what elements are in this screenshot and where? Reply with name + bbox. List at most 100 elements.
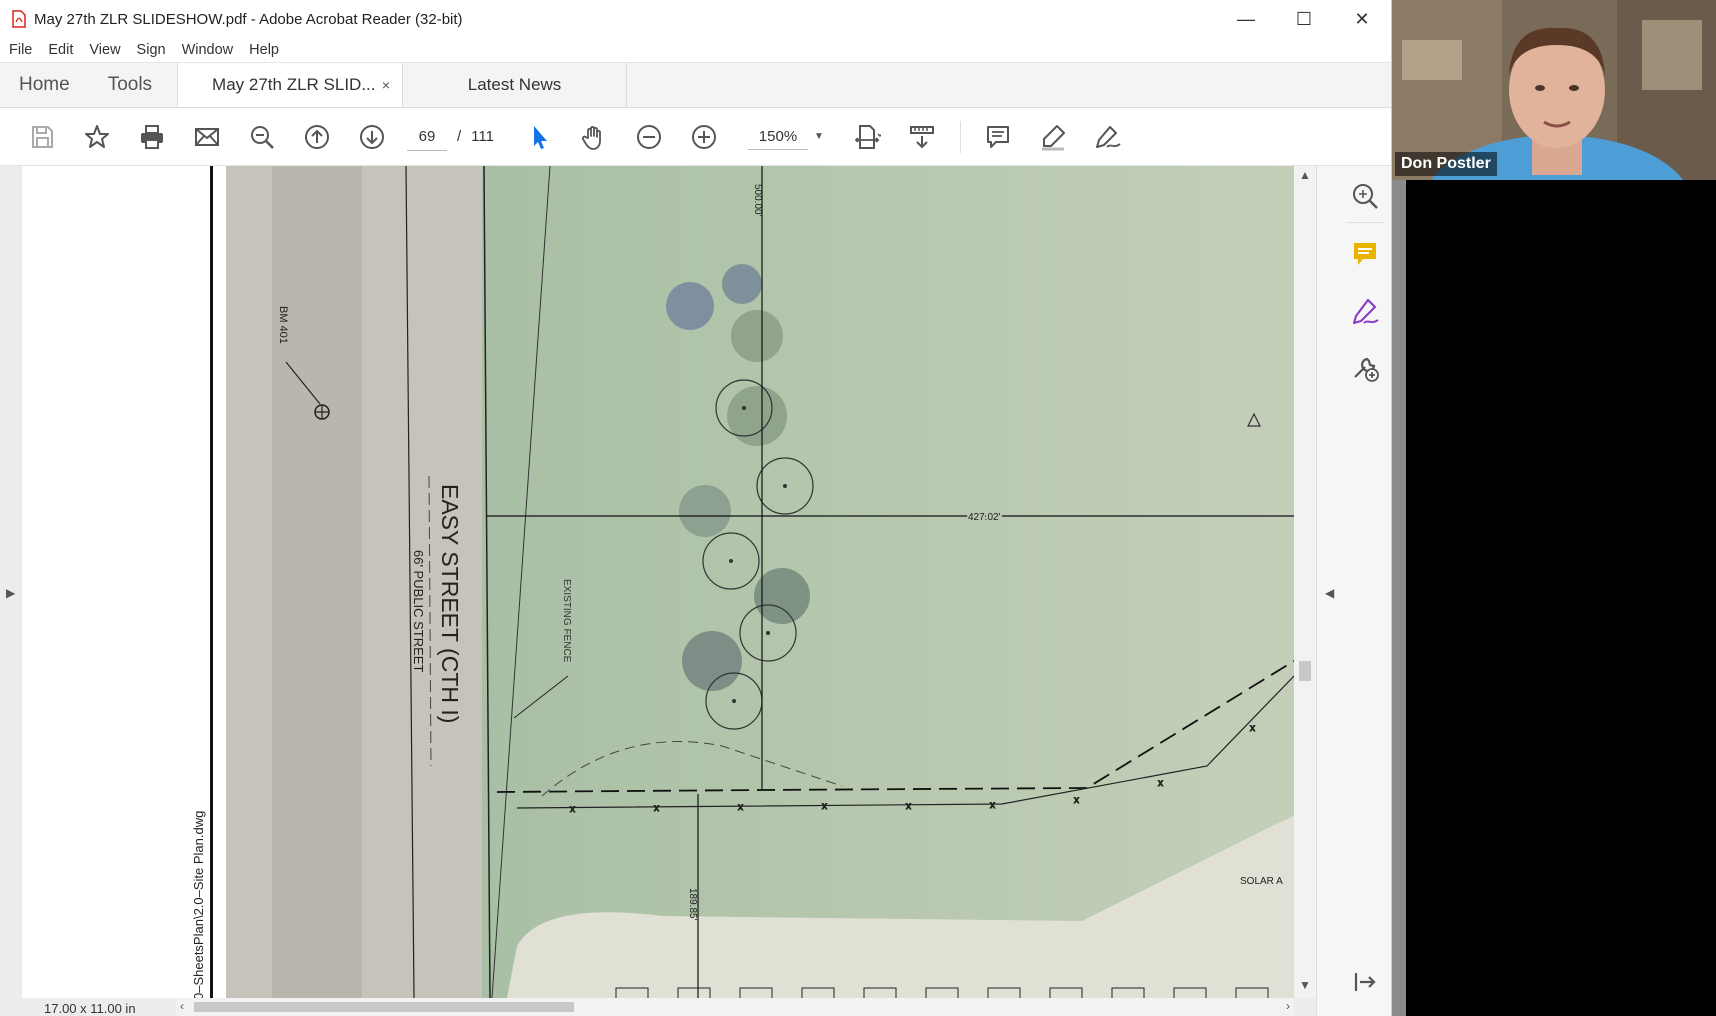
star-icon (84, 124, 109, 148)
select-tool-button[interactable] (512, 117, 567, 157)
minus-circle-icon (637, 124, 662, 149)
bookmark-button[interactable] (69, 117, 124, 157)
zoom-search-icon (1353, 184, 1378, 209)
arrow-right-bar-icon (1354, 973, 1376, 991)
title-bar: May 27th ZLR SLIDESHOW.pdf - Adobe Acrob… (0, 0, 1391, 38)
left-panel-toggle[interactable]: ▶ (0, 166, 22, 1016)
menu-window[interactable]: Window (182, 42, 234, 58)
tools-pane: ◀ (1316, 166, 1391, 1016)
collapse-tools-button[interactable] (1347, 964, 1383, 1000)
zoom-dropdown[interactable]: 150% ▼ (747, 124, 824, 150)
svg-text:x: x (990, 800, 995, 811)
page-separator: / (457, 128, 462, 145)
scrolling-mode-button[interactable] (895, 117, 950, 157)
scroll-up-icon[interactable]: ▲ (1299, 168, 1311, 182)
fit-page-icon (855, 124, 882, 149)
comment-icon (987, 125, 1010, 148)
scroll-left-icon[interactable]: ‹ (180, 999, 184, 1013)
fill-sign-button[interactable] (1081, 117, 1136, 157)
find-button[interactable] (234, 117, 289, 157)
page-number-input[interactable] (407, 122, 447, 151)
comment-button[interactable] (971, 117, 1026, 157)
scroll-right-icon[interactable]: › (1286, 999, 1290, 1013)
scroll-down-icon[interactable]: ▼ (1299, 978, 1311, 992)
close-tab-icon[interactable]: × (382, 77, 390, 93)
zoom-in-button[interactable] (677, 117, 732, 157)
chevron-right-icon: ▶ (6, 586, 16, 600)
search-zoom-icon (250, 125, 274, 149)
arrow-up-circle-icon (304, 124, 329, 149)
fill-and-sign-button[interactable] (1347, 294, 1383, 330)
fit-page-button[interactable] (840, 117, 895, 157)
menu-help[interactable]: Help (249, 42, 279, 58)
horizontal-scroll-thumb[interactable] (194, 1002, 574, 1012)
menu-edit[interactable]: Edit (48, 42, 73, 58)
benchmark-label: BM 401 (277, 306, 289, 344)
save-button[interactable] (14, 117, 69, 157)
highlight-button[interactable] (1026, 117, 1081, 157)
dimension-horizontal-label: 427.02' (968, 512, 1001, 523)
chevron-down-icon: ▼ (813, 131, 824, 142)
tab-bar: Home Tools May 27th ZLR SLID... × Latest… (0, 62, 1391, 108)
signature-pen-icon (1352, 298, 1379, 325)
menu-bar: File Edit View Sign Window Help (0, 38, 1391, 62)
zoom-value: 150% (747, 124, 808, 150)
email-button[interactable] (179, 117, 234, 157)
tab-home[interactable]: Home (0, 63, 89, 107)
hand-tool-button[interactable] (567, 117, 622, 157)
window-title: May 27th ZLR SLIDESHOW.pdf - Adobe Acrob… (34, 10, 463, 28)
comment-bubble-icon (1354, 243, 1376, 265)
previous-page-button[interactable] (289, 117, 344, 157)
street-name-label: EASY STREET (CTH I) (437, 484, 463, 723)
printer-icon (140, 124, 163, 149)
svg-text:x: x (1250, 723, 1255, 734)
tab-document[interactable]: May 27th ZLR SLID... × (177, 63, 404, 107)
document-viewport: ▶ x x x x x x x x x BM 401 EASY STREET (… (0, 166, 1391, 1016)
svg-text:x: x (822, 801, 827, 812)
next-page-button[interactable] (344, 117, 399, 157)
toolbar-divider (959, 120, 961, 153)
page-navigator: / 111 (407, 122, 494, 151)
pdf-page[interactable]: x x x x x x x x x BM 401 EASY STREET (CT… (22, 166, 1294, 998)
tab-tools[interactable]: Tools (89, 63, 171, 107)
street-description-label: 66' PUBLIC STREET (411, 550, 426, 672)
print-button[interactable] (124, 117, 179, 157)
dimension-bottom-label: 189.85' (687, 888, 698, 921)
add-comment-button[interactable] (1347, 236, 1383, 272)
highlighter-icon (1042, 124, 1066, 150)
horizontal-scrollbar[interactable]: ‹ › (176, 998, 1294, 1016)
maximize-button[interactable]: ☐ (1275, 0, 1333, 38)
arrow-down-circle-icon (359, 124, 384, 149)
svg-text:x: x (1074, 795, 1079, 806)
zoom-out-button[interactable] (622, 117, 677, 157)
svg-text:x: x (738, 802, 743, 813)
participant-video[interactable]: Don Postler (1392, 0, 1716, 180)
pane-divider (1347, 222, 1383, 223)
wrench-plus-icon (1354, 357, 1379, 382)
more-tools-button[interactable] (1347, 350, 1383, 386)
meeting-divider (1392, 180, 1406, 1016)
toolbar: / 111 150% ▼ (0, 108, 1391, 166)
collapse-pane-icon[interactable]: ◀ (1325, 586, 1334, 600)
tab-document-label: May 27th ZLR SLID... (212, 75, 376, 94)
cad-file-path-label: 0–SheetsPlan\2.0–Site Plan.dwg (191, 811, 206, 998)
pdf-file-icon (12, 10, 26, 28)
menu-file[interactable]: File (9, 42, 32, 58)
envelope-icon (194, 127, 219, 146)
meeting-background (1392, 180, 1716, 1016)
vertical-scrollbar[interactable]: ▲ ▼ (1294, 166, 1316, 998)
svg-text:x: x (1158, 778, 1163, 789)
enhance-scan-button[interactable] (1347, 178, 1383, 214)
close-window-button[interactable]: ✕ (1333, 0, 1391, 38)
save-icon (31, 125, 53, 148)
vertical-scroll-thumb[interactable] (1299, 661, 1311, 681)
dimension-top-label: 500.00' (752, 184, 763, 217)
participant-name: Don Postler (1395, 152, 1497, 176)
page-total: 111 (471, 128, 494, 145)
menu-sign[interactable]: Sign (137, 42, 166, 58)
menu-view[interactable]: View (89, 42, 120, 58)
svg-text:x: x (654, 803, 659, 814)
minimize-button[interactable]: — (1217, 0, 1275, 38)
tab-latest-news[interactable]: Latest News (403, 63, 628, 107)
svg-text:x: x (906, 801, 911, 812)
